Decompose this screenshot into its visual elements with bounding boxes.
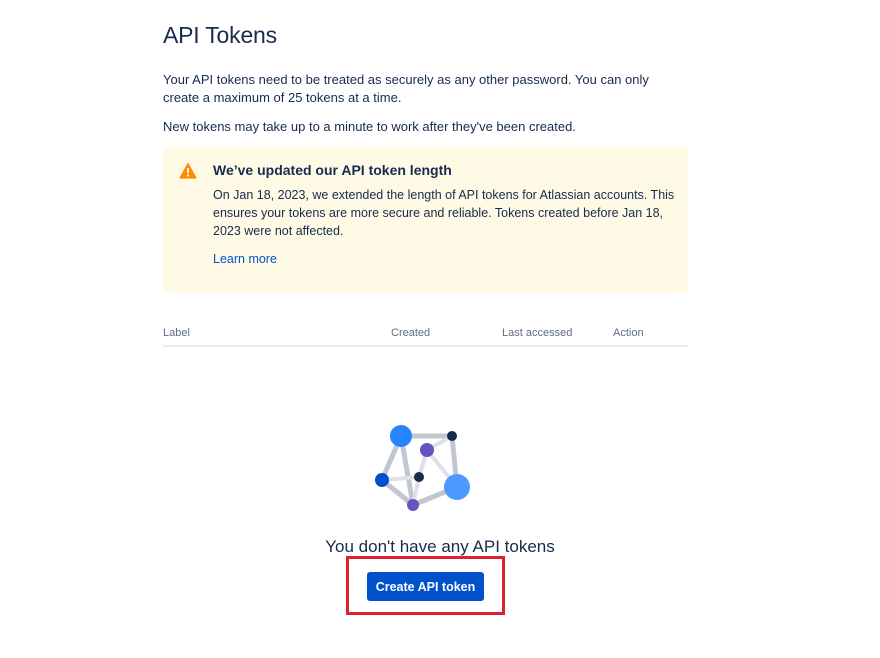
column-header-label: Label — [163, 327, 190, 339]
create-api-token-button[interactable]: Create API token — [367, 572, 484, 601]
warning-icon — [179, 162, 197, 179]
tokens-table-header: Label Created Last accessed Action — [163, 320, 688, 347]
intro-note: New tokens may take up to a minute to wo… — [163, 119, 576, 134]
column-header-created: Created — [391, 327, 431, 339]
column-header-last-accessed: Last accessed — [502, 327, 573, 339]
notice-body: On Jan 18, 2023, we extended the length … — [213, 188, 675, 238]
column-header-action: Action — [613, 327, 644, 339]
intro-text: Your API tokens need to be treated as se… — [163, 72, 649, 105]
token-network-illustration — [375, 425, 470, 511]
notice-title: We’ve updated our API token length — [213, 162, 452, 178]
empty-state-title: You don't have any API tokens — [325, 537, 555, 556]
learn-more-link[interactable]: Learn more — [213, 252, 277, 266]
page-title: API Tokens — [163, 22, 277, 48]
api-token-length-notice: We’ve updated our API token length On Ja… — [163, 147, 688, 293]
